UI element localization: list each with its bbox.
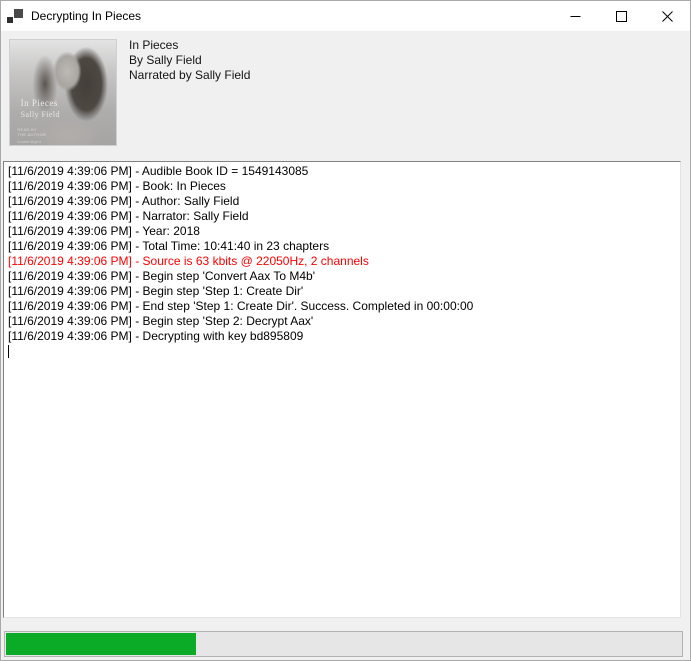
log-line: [11/6/2019 4:39:06 PM] - Begin step 'Ste…: [8, 314, 676, 329]
progress-bar: [4, 631, 683, 657]
log-line: [11/6/2019 4:39:06 PM] - End step 'Step …: [8, 299, 676, 314]
book-title: In Pieces: [129, 38, 250, 53]
book-info: In Pieces By Sally Field Narrated by Sal…: [129, 38, 250, 83]
caret-line: [8, 344, 676, 359]
maximize-icon: [616, 11, 627, 22]
cover-author-text: Sally Field: [21, 110, 60, 119]
log-textbox[interactable]: [11/6/2019 4:39:06 PM] - Audible Book ID…: [3, 161, 681, 618]
maximize-button[interactable]: [598, 1, 644, 31]
log-line: [11/6/2019 4:39:06 PM] - Total Time: 10:…: [8, 239, 676, 254]
log-line: [11/6/2019 4:39:06 PM] - Author: Sally F…: [8, 194, 676, 209]
minimize-button[interactable]: [552, 1, 598, 31]
cover-title-text: In Pieces: [21, 98, 58, 108]
book-cover-image: In Pieces Sally Field READ BY THE AUTHOR…: [9, 39, 117, 146]
progress-fill: [6, 633, 196, 655]
app-icon-square-small: [7, 17, 13, 23]
log-line: [11/6/2019 4:39:06 PM] - Book: In Pieces: [8, 179, 676, 194]
cover-read-by-text: READ BY THE AUTHOR: [17, 127, 46, 137]
app-icon-square-large: [14, 9, 23, 18]
title-bar: Decrypting In Pieces: [1, 1, 690, 31]
log-line: [11/6/2019 4:39:06 PM] - Begin step 'Ste…: [8, 284, 676, 299]
cover-edition-text: Unabridged: [17, 139, 41, 144]
log-line: [11/6/2019 4:39:06 PM] - Year: 2018: [8, 224, 676, 239]
log-line: [11/6/2019 4:39:06 PM] - Narrator: Sally…: [8, 209, 676, 224]
log-line: [11/6/2019 4:39:06 PM] - Decrypting with…: [8, 329, 676, 344]
minimize-icon: [570, 11, 581, 22]
log-line: [11/6/2019 4:39:06 PM] - Audible Book ID…: [8, 164, 676, 179]
log-line: [11/6/2019 4:39:06 PM] - Source is 63 kb…: [8, 254, 676, 269]
book-narrator: Narrated by Sally Field: [129, 68, 250, 83]
log-line: [11/6/2019 4:39:06 PM] - Begin step 'Con…: [8, 269, 676, 284]
close-button[interactable]: [644, 1, 690, 31]
text-caret: [8, 345, 9, 358]
app-window-icon: [7, 8, 23, 24]
close-icon: [662, 11, 673, 22]
app-window: Decrypting In Pieces In Pieces S: [0, 0, 691, 661]
caption-buttons: [552, 1, 690, 31]
window-title: Decrypting In Pieces: [31, 9, 552, 23]
book-author: By Sally Field: [129, 53, 250, 68]
